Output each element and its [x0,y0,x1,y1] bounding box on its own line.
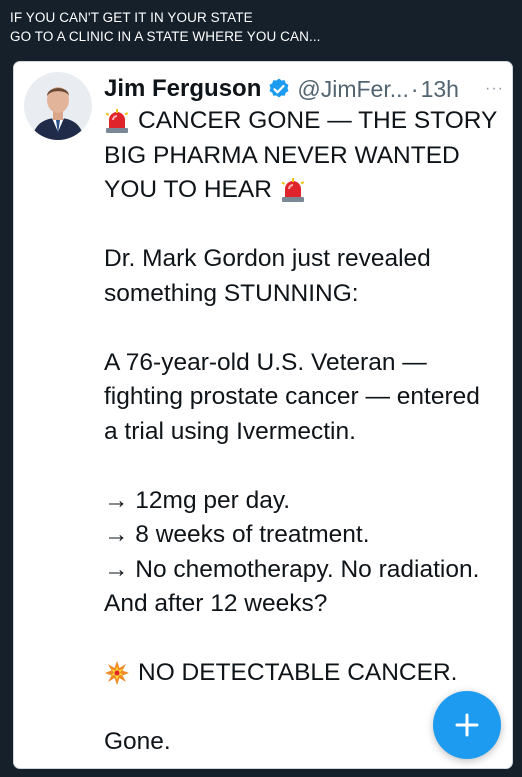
verified-badge-icon [269,78,289,98]
author-handle[interactable]: @JimFer... [297,76,409,103]
body-line-6: A 76-year-old U.S. Veteran — [104,348,427,376]
tweet-line: → 8 weeks of treatment. [104,518,509,553]
timestamp[interactable]: 13h [421,76,459,103]
body-line-14: Gone. [104,728,171,755]
compose-button[interactable] [433,691,501,759]
body-line-10: → 8 weeks of treatment. [104,521,370,548]
plus-icon [455,713,479,737]
body-line-4: Dr. Mark Gordon just revealed [104,245,431,272]
caption-line-1: IF YOU CAN'T GET IT IN YOUR STATE [10,10,253,25]
tweet-line: And after 12 weeks? [104,587,509,622]
tweet-line: Dr. Mark Gordon just revealed [104,242,509,277]
tweet-line: a trial using Ivermectin. [104,415,509,450]
tweet-card[interactable]: Jim Ferguson @JimFer... · 13h ··· CANCER… [14,62,512,768]
avatar-image [24,72,92,140]
tweet-header: Jim Ferguson @JimFer... · 13h [104,72,504,106]
tweet-line: something STUNNING: [104,277,509,312]
body-line-7: fighting prostate cancer — entered [104,383,480,410]
body-line-13: NO DETECTABLE CANCER. [138,659,458,686]
body-line-8: a trial using Ivermectin. [104,417,356,445]
headline-line-1: CANCER GONE — THE STORY [138,107,498,134]
avatar[interactable] [24,72,92,140]
headline-line-3: YOU TO HEAR [104,176,272,203]
police-car-light-icon [281,178,305,203]
tweet-line: YOU TO HEAR [104,173,509,208]
tweet-line: → 12mg per day. [104,484,509,519]
collision-icon [105,661,129,686]
tweet-line: → No chemotherapy. No radiation. [104,553,509,588]
tweet-line: A 76-year-old U.S. Veteran — [104,346,509,381]
meme-caption: IF YOU CAN'T GET IT IN YOUR STATE GO TO … [10,8,321,46]
tweet-text: CANCER GONE — THE STORY BIG PHARMA NEVER… [104,104,509,760]
body-line-9: → 12mg per day. [104,486,291,514]
tweet-line: fighting prostate cancer — entered [104,380,509,415]
body-line-5: something STUNNING: [104,279,359,307]
tweet-line: CANCER GONE — THE STORY [104,104,509,139]
more-options-icon[interactable]: ··· [485,80,504,98]
police-car-light-icon [105,109,129,134]
separator-dot: · [410,75,419,102]
tweet-line: NO DETECTABLE CANCER. [104,656,509,691]
tweet-line: BIG PHARMA NEVER WANTED [104,139,509,174]
body-line-12: And after 12 weeks? [104,590,328,617]
body-line-11: → No chemotherapy. No radiation. [104,555,480,583]
author-name[interactable]: Jim Ferguson [104,75,261,103]
headline-line-2: BIG PHARMA NEVER WANTED [104,141,460,169]
caption-line-2: GO TO A CLINIC IN A STATE WHERE YOU CAN.… [10,29,321,44]
